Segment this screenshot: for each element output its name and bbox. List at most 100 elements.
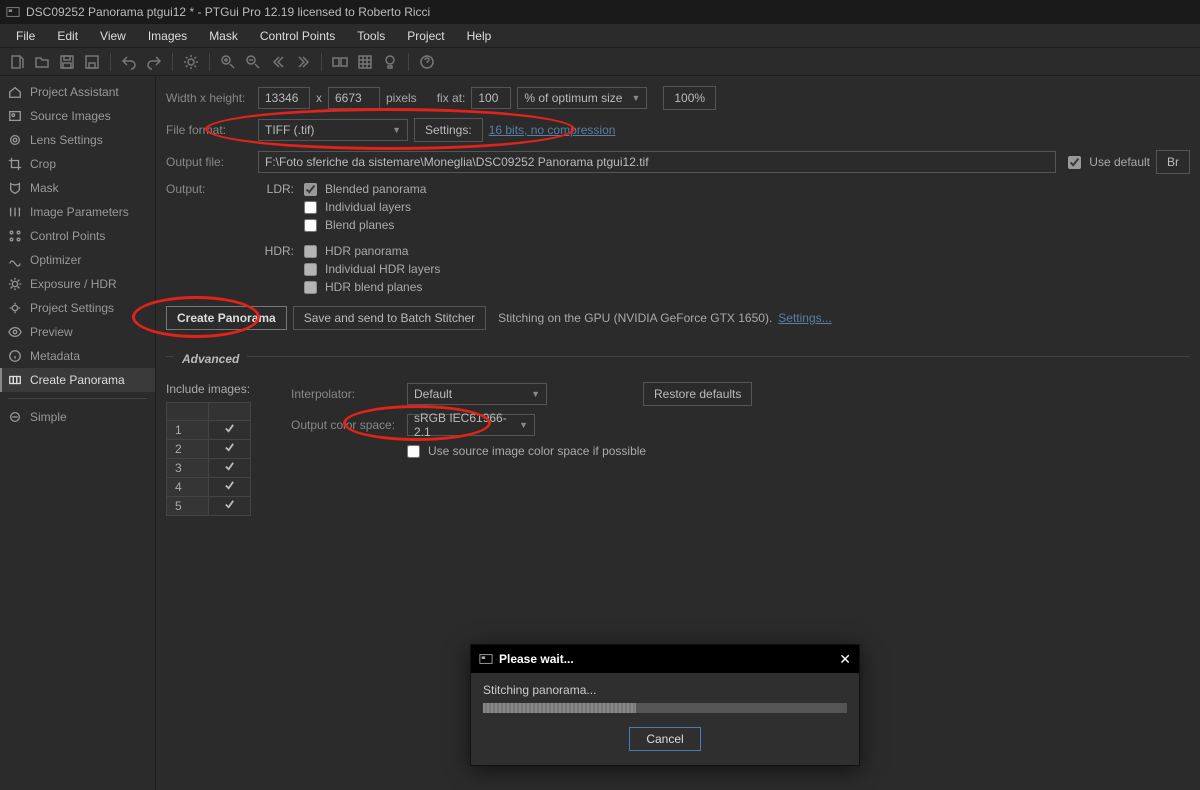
- output-file-input[interactable]: [258, 151, 1056, 173]
- individual-hdr-checkbox: [304, 263, 317, 276]
- browse-button[interactable]: Br: [1156, 150, 1190, 174]
- new-project-icon[interactable]: [6, 51, 28, 73]
- next-icon[interactable]: [292, 51, 314, 73]
- sidebar-item-simple[interactable]: Simple: [0, 405, 155, 429]
- zoom-out-icon[interactable]: [242, 51, 264, 73]
- sidebar-item-optimizer[interactable]: Optimizer: [0, 248, 155, 272]
- zoom-in-icon[interactable]: [217, 51, 239, 73]
- row-checkbox[interactable]: [209, 497, 251, 516]
- menubar: File Edit View Images Mask Control Point…: [0, 24, 1200, 48]
- sidebar-label: Project Settings: [30, 301, 114, 315]
- sidebar-item-mask[interactable]: Mask: [0, 176, 155, 200]
- optimum-size-select[interactable]: % of optimum size▼: [517, 87, 647, 109]
- open-icon[interactable]: [31, 51, 53, 73]
- row-checkbox[interactable]: [209, 459, 251, 478]
- compression-link[interactable]: 16 bits, no compression: [489, 123, 616, 137]
- table-row: 2: [167, 440, 251, 459]
- sidebar-item-source-images[interactable]: Source Images: [0, 104, 155, 128]
- bulb-icon[interactable]: [379, 51, 401, 73]
- create-panorama-button[interactable]: Create Panorama: [166, 306, 287, 330]
- menu-file[interactable]: File: [6, 26, 45, 46]
- save-icon[interactable]: [56, 51, 78, 73]
- hdr-label: HDR:: [258, 244, 294, 298]
- table-header[interactable]: [167, 403, 209, 421]
- select-value: sRGB IEC61966-2.1: [414, 411, 511, 439]
- dialog-status: Stitching panorama...: [483, 683, 847, 697]
- button-label: Create Panorama: [177, 311, 276, 325]
- 100pct-button[interactable]: 100%: [663, 86, 716, 110]
- advanced-title: Advanced: [182, 352, 239, 366]
- sidebar-item-metadata[interactable]: Metadata: [0, 344, 155, 368]
- separator: [209, 53, 210, 71]
- interpolator-label: Interpolator:: [291, 387, 401, 401]
- interpolator-select[interactable]: Default▼: [407, 383, 547, 405]
- save-as-icon[interactable]: [81, 51, 103, 73]
- gear-icon[interactable]: [180, 51, 202, 73]
- redo-icon[interactable]: [143, 51, 165, 73]
- file-format-select[interactable]: TIFF (.tif)▼: [258, 119, 408, 141]
- progress-fill: [483, 703, 636, 713]
- table-header[interactable]: [209, 403, 251, 421]
- table-row: 1: [167, 421, 251, 440]
- sidebar-label: Lens Settings: [30, 133, 103, 147]
- height-input[interactable]: [328, 87, 380, 109]
- batch-stitcher-button[interactable]: Save and send to Batch Stitcher: [293, 306, 486, 330]
- sidebar-item-image-parameters[interactable]: Image Parameters: [0, 200, 155, 224]
- sidebar-item-project-settings[interactable]: Project Settings: [0, 296, 155, 320]
- dialog-title: Please wait...: [499, 652, 574, 666]
- menu-images[interactable]: Images: [138, 26, 197, 46]
- include-images-label: Include images:: [166, 382, 271, 396]
- use-default-label: Use default: [1089, 155, 1150, 169]
- close-icon[interactable]: ✕: [839, 651, 851, 668]
- stitch-info: Stitching on the GPU (NVIDIA GeForce GTX…: [498, 311, 772, 325]
- sidebar-item-control-points[interactable]: Control Points: [0, 224, 155, 248]
- undo-icon[interactable]: [118, 51, 140, 73]
- cancel-button[interactable]: Cancel: [629, 727, 700, 751]
- menu-control-points[interactable]: Control Points: [250, 26, 345, 46]
- sidebar-item-preview[interactable]: Preview: [0, 320, 155, 344]
- table-row: 5: [167, 497, 251, 516]
- row-checkbox[interactable]: [209, 421, 251, 440]
- select-value: Default: [414, 387, 452, 401]
- blend-planes-checkbox[interactable]: [304, 219, 317, 232]
- row-checkbox[interactable]: [209, 478, 251, 497]
- menu-view[interactable]: View: [90, 26, 136, 46]
- dialog-titlebar[interactable]: Please wait... ✕: [471, 645, 859, 673]
- progress-bar: [483, 703, 847, 713]
- menu-tools[interactable]: Tools: [347, 26, 395, 46]
- window-titlebar: DSC09252 Panorama ptgui12 * - PTGui Pro …: [0, 0, 1200, 24]
- separator: [321, 53, 322, 71]
- individual-layers-checkbox[interactable]: [304, 201, 317, 214]
- chevron-down-icon: ▼: [631, 93, 640, 103]
- sidebar-item-project-assistant[interactable]: Project Assistant: [0, 80, 155, 104]
- sidebar-item-create-panorama[interactable]: Create Panorama: [0, 368, 155, 392]
- menu-help[interactable]: Help: [457, 26, 502, 46]
- use-default-checkbox[interactable]: [1068, 156, 1081, 169]
- help-icon[interactable]: [416, 51, 438, 73]
- menu-edit[interactable]: Edit: [47, 26, 88, 46]
- sidebar-item-exposure-hdr[interactable]: Exposure / HDR: [0, 272, 155, 296]
- blended-checkbox[interactable]: [304, 183, 317, 196]
- settings-button[interactable]: Settings:: [414, 118, 483, 142]
- sidebar-item-lens-settings[interactable]: Lens Settings: [0, 128, 155, 152]
- row-checkbox[interactable]: [209, 440, 251, 459]
- menu-project[interactable]: Project: [397, 26, 454, 46]
- stitch-settings-link[interactable]: Settings...: [778, 311, 831, 325]
- width-input[interactable]: [258, 87, 310, 109]
- sidebar-label: Mask: [30, 181, 59, 195]
- sidebar-label: Source Images: [30, 109, 111, 123]
- grid-icon[interactable]: [354, 51, 376, 73]
- panorama-editor-icon[interactable]: [329, 51, 351, 73]
- restore-defaults-button[interactable]: Restore defaults: [643, 382, 752, 406]
- checkbox-label: HDR panorama: [325, 244, 408, 258]
- menu-mask[interactable]: Mask: [199, 26, 248, 46]
- output-color-space-select[interactable]: sRGB IEC61966-2.1▼: [407, 414, 535, 436]
- hdr-blend-checkbox: [304, 281, 317, 294]
- prev-icon[interactable]: [267, 51, 289, 73]
- sidebar-item-crop[interactable]: Crop: [0, 152, 155, 176]
- fix-input[interactable]: [471, 87, 511, 109]
- table-row: 4: [167, 478, 251, 497]
- progress-dialog: Please wait... ✕ Stitching panorama... C…: [470, 644, 860, 766]
- separator: [408, 53, 409, 71]
- use-source-cs-checkbox[interactable]: [407, 445, 420, 458]
